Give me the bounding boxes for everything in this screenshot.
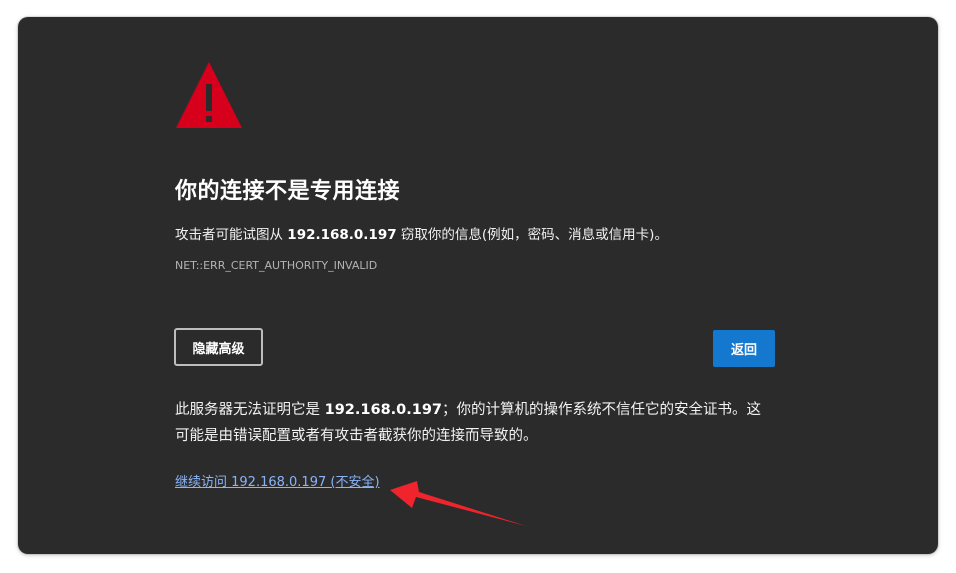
details-host: 192.168.0.197 — [324, 402, 443, 418]
description-host: 192.168.0.197 — [287, 227, 397, 243]
browser-window: 你的连接不是专用连接 攻击者可能试图从 192.168.0.197 窃取你的信息… — [18, 17, 938, 554]
interstitial-content: 你的连接不是专用连接 攻击者可能试图从 192.168.0.197 窃取你的信息… — [174, 17, 775, 554]
warning-description: 攻击者可能试图从 192.168.0.197 窃取你的信息(例如，密码、消息或信… — [175, 223, 668, 243]
advanced-details: 此服务器无法证明它是 192.168.0.197；你的计算机的操作系统不信任它的… — [175, 397, 775, 449]
proceed-unsafe-link[interactable]: 继续访问 192.168.0.197 (不安全) — [175, 471, 380, 490]
hide-advanced-button[interactable]: 隐藏高级 — [174, 328, 263, 366]
page-title: 你的连接不是专用连接 — [175, 179, 401, 204]
warning-triangle-icon — [176, 62, 242, 128]
description-suffix: 窃取你的信息(例如，密码、消息或信用卡)。 — [396, 227, 668, 243]
description-prefix: 攻击者可能试图从 — [175, 227, 288, 243]
details-prefix: 此服务器无法证明它是 — [175, 402, 325, 418]
error-code: NET::ERR_CERT_AUTHORITY_INVALID — [175, 259, 378, 272]
back-button[interactable]: 返回 — [713, 330, 775, 367]
